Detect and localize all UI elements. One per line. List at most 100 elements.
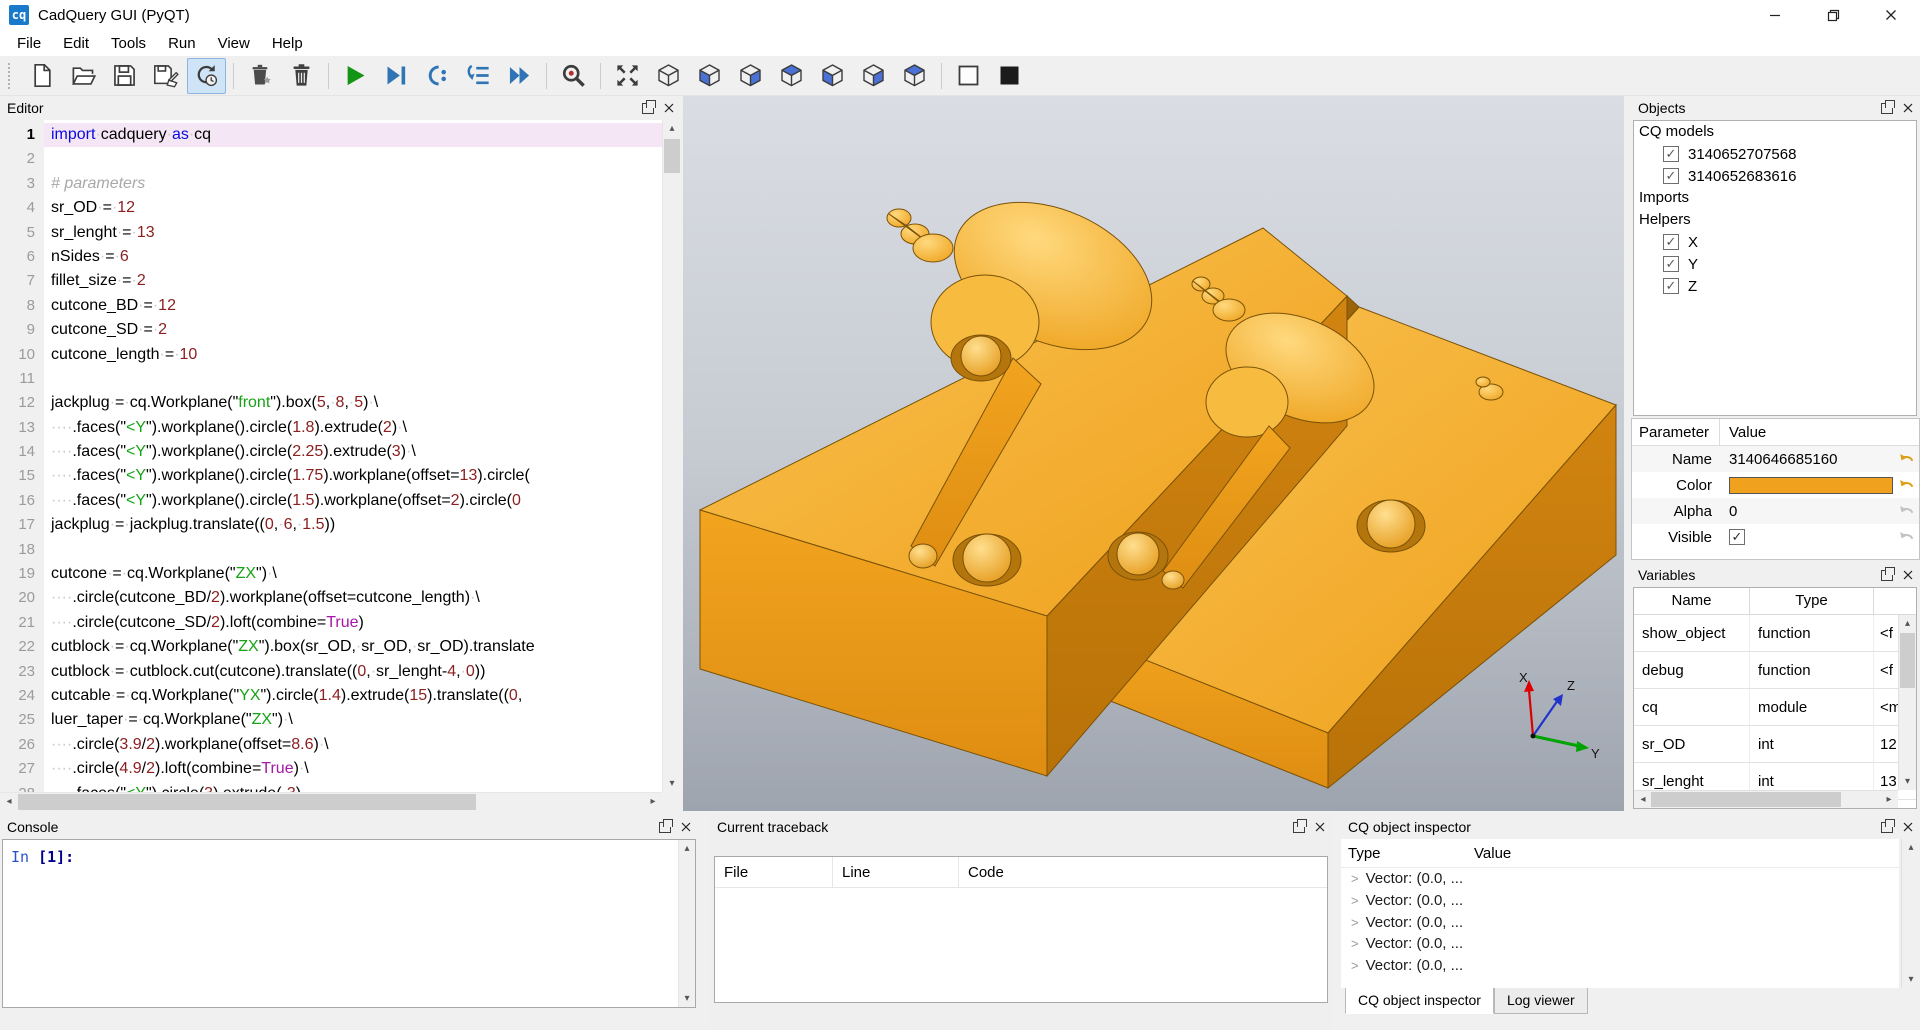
expand-icon[interactable]: > bbox=[1351, 915, 1359, 930]
variable-row[interactable]: show_objectfunction<f bbox=[1634, 615, 1916, 652]
code-line[interactable]: ····.faces("<Y").workplane().circle(2.25… bbox=[44, 440, 662, 464]
step-into-button[interactable] bbox=[418, 58, 457, 94]
toolbar-drag-handle[interactable] bbox=[8, 63, 15, 89]
code-line[interactable]: ····.circle(3.9/2).workplane(offset=8.6)… bbox=[44, 733, 662, 757]
code-line[interactable]: fillet_size·=·2 bbox=[44, 269, 662, 293]
expand-icon[interactable]: > bbox=[1351, 958, 1359, 973]
tab-log-viewer[interactable]: Log viewer bbox=[1494, 988, 1588, 1014]
code-line[interactable]: cutcone_SD·=·2 bbox=[44, 318, 662, 342]
float-panel-icon[interactable] bbox=[1881, 570, 1893, 581]
code-line[interactable]: ····.circle(cutcone_BD/2).workplane(offs… bbox=[44, 586, 662, 610]
scroll-up-icon[interactable]: ▴ bbox=[679, 840, 695, 857]
scroll-down-icon[interactable]: ▾ bbox=[1899, 773, 1916, 790]
code-line[interactable]: import·cadquery·as·cq bbox=[44, 123, 662, 147]
scroll-right-icon[interactable]: ▸ bbox=[646, 793, 660, 811]
code-line[interactable]: ····.faces("<Y").workplane().circle(1.8)… bbox=[44, 416, 662, 440]
color-swatch[interactable] bbox=[1729, 477, 1893, 494]
inspector-row[interactable]: >Vector: (0.0, ... bbox=[1341, 868, 1899, 890]
float-panel-icon[interactable] bbox=[642, 103, 654, 114]
viewport-3d[interactable]: X Z Y bbox=[683, 96, 1624, 811]
code-line[interactable]: jackplug·=·jackplug.translate((0,·6,·1.5… bbox=[44, 513, 662, 537]
tree-group-label[interactable]: Helpers bbox=[1634, 209, 1916, 231]
menu-view[interactable]: View bbox=[207, 33, 261, 54]
expand-icon[interactable]: > bbox=[1351, 893, 1359, 908]
code-line[interactable]: luer_taper·=·cq.Workplane("ZX")·\ bbox=[44, 708, 662, 732]
view-bottom-button[interactable] bbox=[813, 58, 852, 94]
tree-group-label[interactable]: Imports bbox=[1634, 187, 1916, 209]
code-line[interactable]: cutblock·=·cutblock.cut(cutcone).transla… bbox=[44, 660, 662, 684]
view-left-button[interactable] bbox=[854, 58, 893, 94]
debug-button[interactable] bbox=[377, 58, 416, 94]
expand-icon[interactable]: > bbox=[1351, 936, 1359, 951]
undo-button[interactable] bbox=[1893, 476, 1919, 494]
scroll-down-icon[interactable]: ▾ bbox=[679, 990, 695, 1007]
scroll-down-icon[interactable]: ▾ bbox=[663, 775, 681, 792]
checkbox[interactable]: ✓ bbox=[1663, 278, 1679, 294]
scroll-left-icon[interactable]: ◂ bbox=[2, 793, 16, 811]
save-button[interactable] bbox=[105, 58, 144, 94]
code-line[interactable]: sr_lenght·=·13 bbox=[44, 221, 662, 245]
minimize-button[interactable] bbox=[1746, 0, 1804, 30]
scroll-up-icon[interactable]: ▴ bbox=[1902, 839, 1920, 856]
code-line[interactable]: cutcable·=·cq.Workplane("YX").circle(1.4… bbox=[44, 684, 662, 708]
close-panel-icon[interactable] bbox=[681, 822, 691, 832]
tree-item[interactable]: ✓3140652707568 bbox=[1634, 143, 1916, 165]
view-front-button[interactable] bbox=[690, 58, 729, 94]
code-line[interactable]: sr_OD·=·12 bbox=[44, 196, 662, 220]
tree-item[interactable]: ✓X bbox=[1634, 231, 1916, 253]
inspector-row[interactable]: >Vector: (0.0, ... bbox=[1341, 890, 1899, 912]
menu-run[interactable]: Run bbox=[157, 33, 207, 54]
tree-item[interactable]: ✓3140652683616 bbox=[1634, 165, 1916, 187]
variable-row[interactable]: debugfunction<f bbox=[1634, 652, 1916, 689]
tree-group-label[interactable]: CQ models bbox=[1634, 121, 1916, 143]
variable-row[interactable]: sr_ODint12 bbox=[1634, 726, 1916, 763]
expand-icon[interactable]: > bbox=[1351, 871, 1359, 886]
code-line[interactable]: ····.faces("<Y").circle(3).extrude(-3) bbox=[44, 782, 662, 792]
undo-button[interactable] bbox=[1893, 450, 1919, 468]
variable-row[interactable]: cqmodule<m bbox=[1634, 689, 1916, 726]
parameter-value[interactable]: 3140646685160 bbox=[1720, 451, 1893, 468]
checkbox[interactable]: ✓ bbox=[1663, 234, 1679, 250]
scroll-right-icon[interactable]: ▸ bbox=[1882, 791, 1896, 808]
close-panel-icon[interactable] bbox=[1903, 822, 1913, 832]
code-line[interactable]: nSides·=·6 bbox=[44, 245, 662, 269]
float-panel-icon[interactable] bbox=[1293, 822, 1305, 833]
checkbox[interactable]: ✓ bbox=[1663, 146, 1679, 162]
scroll-up-icon[interactable]: ▴ bbox=[663, 120, 681, 137]
tab-cq-object-inspector[interactable]: CQ object inspector bbox=[1345, 988, 1494, 1014]
scrollbar-thumb[interactable] bbox=[664, 139, 680, 173]
variables-vertical-scrollbar[interactable]: ▴ ▾ bbox=[1898, 615, 1916, 790]
code-line[interactable]: # parameters bbox=[44, 172, 662, 196]
tree-item[interactable]: ✓Y bbox=[1634, 253, 1916, 275]
code-line[interactable]: cutblock·=·cq.Workplane("ZX").box(sr_OD,… bbox=[44, 635, 662, 659]
close-button[interactable] bbox=[1862, 0, 1920, 30]
checkbox[interactable]: ✓ bbox=[1663, 168, 1679, 184]
scroll-down-icon[interactable]: ▾ bbox=[1902, 971, 1920, 988]
inspector-vertical-scrollbar[interactable]: ▴ ▾ bbox=[1901, 839, 1920, 988]
editor-horizontal-scrollbar[interactable]: ◂ ▸ bbox=[0, 792, 662, 811]
code-line[interactable]: cutcone_length·=·10 bbox=[44, 343, 662, 367]
clean-button[interactable] bbox=[241, 58, 280, 94]
code-line[interactable]: ····.faces("<Y").workplane().circle(1.75… bbox=[44, 464, 662, 488]
code-line[interactable]: cutcone·=·cq.Workplane("ZX")·\ bbox=[44, 562, 662, 586]
checkbox[interactable]: ✓ bbox=[1663, 256, 1679, 272]
tree-item[interactable]: ✓Z bbox=[1634, 275, 1916, 297]
menu-tools[interactable]: Tools bbox=[100, 33, 157, 54]
code-line[interactable] bbox=[44, 538, 662, 562]
scrollbar-thumb[interactable] bbox=[1651, 792, 1841, 807]
view-back-button[interactable] bbox=[731, 58, 770, 94]
render-button[interactable] bbox=[336, 58, 375, 94]
inspect-button[interactable] bbox=[554, 58, 593, 94]
code-line[interactable] bbox=[44, 367, 662, 391]
code-line[interactable]: cutcone_BD·=·12 bbox=[44, 294, 662, 318]
code-line[interactable] bbox=[44, 147, 662, 171]
continue-button[interactable] bbox=[500, 58, 539, 94]
float-panel-icon[interactable] bbox=[659, 822, 671, 833]
view-right-button[interactable] bbox=[895, 58, 934, 94]
variables-horizontal-scrollbar[interactable]: ◂ ▸ bbox=[1634, 790, 1898, 808]
shaded-button[interactable] bbox=[990, 58, 1029, 94]
code-line[interactable]: jackplug·=·cq.Workplane("front").box(5,·… bbox=[44, 391, 662, 415]
maximize-button[interactable] bbox=[1804, 0, 1862, 30]
code-line[interactable]: ····.circle(cutcone_SD/2).loft(combine=T… bbox=[44, 611, 662, 635]
code-area[interactable]: import·cadquery·as·cq # parameterssr_OD·=… bbox=[44, 120, 662, 792]
